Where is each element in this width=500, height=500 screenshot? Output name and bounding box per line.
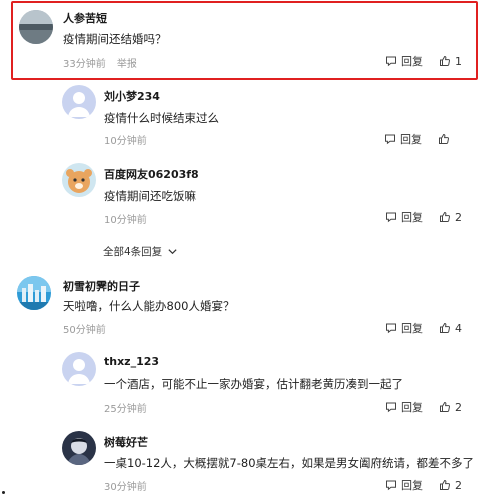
comment-bubble-icon xyxy=(386,402,396,413)
city-skyline-icon xyxy=(17,276,51,310)
reply-label: 回复 xyxy=(401,322,423,335)
avatar[interactable] xyxy=(19,10,53,44)
comment-actions: 回复 2 xyxy=(385,399,462,415)
reply-label: 回复 xyxy=(401,401,423,414)
comment-text: 疫情期间还结婚吗？ xyxy=(63,32,167,46)
reply-button[interactable]: 回复 xyxy=(385,209,423,225)
comment-author[interactable]: 初雪初霁的日子 xyxy=(63,278,140,294)
default-user-icon xyxy=(62,352,96,386)
like-count: 2 xyxy=(455,400,462,414)
expand-replies-button[interactable]: 全部4条回复 xyxy=(103,244,178,259)
comment-time: 50分钟前 xyxy=(63,325,106,336)
comment-author[interactable]: thxz_123 xyxy=(104,355,159,368)
comment-bubble-icon xyxy=(386,212,396,223)
chevron-down-icon xyxy=(168,249,177,255)
reply-button[interactable]: 回复 xyxy=(385,53,423,69)
like-button[interactable]: 2 xyxy=(439,479,462,492)
comment-time: 30分钟前 xyxy=(104,482,147,493)
thumbs-up-icon xyxy=(440,401,451,412)
comment-meta: 10分钟前 xyxy=(104,211,147,226)
comment-actions: 回复 xyxy=(384,131,454,147)
comment-bubble-icon xyxy=(386,56,396,67)
comment-meta: 30分钟前 xyxy=(104,478,147,493)
like-count: 1 xyxy=(455,54,462,68)
comment-author[interactable]: 刘小梦234 xyxy=(104,88,160,104)
comment-author[interactable]: 百度网友06203f8 xyxy=(104,166,199,182)
expand-replies-label: 全部4条回复 xyxy=(103,246,163,258)
thumbs-up-icon xyxy=(439,133,450,144)
thumbs-up-icon xyxy=(440,211,451,222)
like-button[interactable]: 1 xyxy=(439,55,462,68)
reply-label: 回复 xyxy=(400,133,422,146)
comment-time: 10分钟前 xyxy=(104,215,147,226)
comment-meta: 25分钟前 xyxy=(104,400,147,415)
comment-time: 25分钟前 xyxy=(104,404,147,415)
avatar[interactable] xyxy=(62,431,96,465)
comment-time: 10分钟前 xyxy=(104,136,147,147)
like-button[interactable]: 2 xyxy=(439,401,462,414)
reply-button[interactable]: 回复 xyxy=(385,320,423,336)
like-count: 4 xyxy=(455,321,462,335)
comment-text: 一桌10-12人，大概摆就7-80桌左右，如果是男女阖府统请，都差不多了 xyxy=(104,456,475,470)
reply-label: 回复 xyxy=(401,479,423,492)
comment-actions: 回复 4 xyxy=(385,320,462,336)
reply-button[interactable]: 回复 xyxy=(385,399,423,415)
like-count: 2 xyxy=(455,210,462,224)
reply-label: 回复 xyxy=(401,211,423,224)
report-link[interactable]: 举报 xyxy=(117,59,137,70)
comment-author[interactable]: 人参苦短 xyxy=(63,10,107,26)
thumbs-up-icon xyxy=(440,322,451,333)
comment-author[interactable]: 树莓好芒 xyxy=(104,434,148,450)
landscape-photo-icon xyxy=(19,10,53,44)
comment-actions: 回复 1 xyxy=(385,53,462,69)
comment-bubble-icon xyxy=(386,480,396,491)
like-button[interactable]: 2 xyxy=(439,211,462,224)
avatar[interactable] xyxy=(17,276,51,310)
reply-button[interactable]: 回复 xyxy=(384,131,422,147)
comment-text: 疫情什么时候结束过么 xyxy=(104,111,219,125)
cartoon-animal-icon xyxy=(62,163,96,197)
comment-time: 33分钟前 xyxy=(63,59,106,70)
avatar[interactable] xyxy=(62,163,96,197)
comment-actions: 回复 2 xyxy=(385,477,462,493)
avatar[interactable] xyxy=(62,85,96,119)
comment-text: 一个酒店，可能不止一家办婚宴，估计翻老黄历凑到一起了 xyxy=(104,377,403,391)
edge-marker xyxy=(2,491,5,494)
character-photo-icon xyxy=(62,431,96,465)
reply-label: 回复 xyxy=(401,55,423,68)
comment-text: 天啦噜，什么人能办800人婚宴？ xyxy=(63,299,235,313)
comment-actions: 回复 2 xyxy=(385,209,462,225)
comment-text: 疫情期间还吃饭嘛 xyxy=(104,189,196,203)
like-button[interactable] xyxy=(438,133,454,145)
default-user-icon xyxy=(62,85,96,119)
comment-bubble-icon xyxy=(385,134,395,145)
comment-bubble-icon xyxy=(386,323,396,334)
reply-button[interactable]: 回复 xyxy=(385,477,423,493)
thumbs-up-icon xyxy=(440,479,451,490)
thumbs-up-icon xyxy=(440,55,451,66)
avatar[interactable] xyxy=(62,352,96,386)
like-button[interactable]: 4 xyxy=(439,322,462,335)
like-count: 2 xyxy=(455,478,462,492)
comment-meta: 10分钟前 xyxy=(104,132,147,147)
comment-meta: 33分钟前 举报 xyxy=(63,55,137,70)
comment-meta: 50分钟前 xyxy=(63,321,106,336)
